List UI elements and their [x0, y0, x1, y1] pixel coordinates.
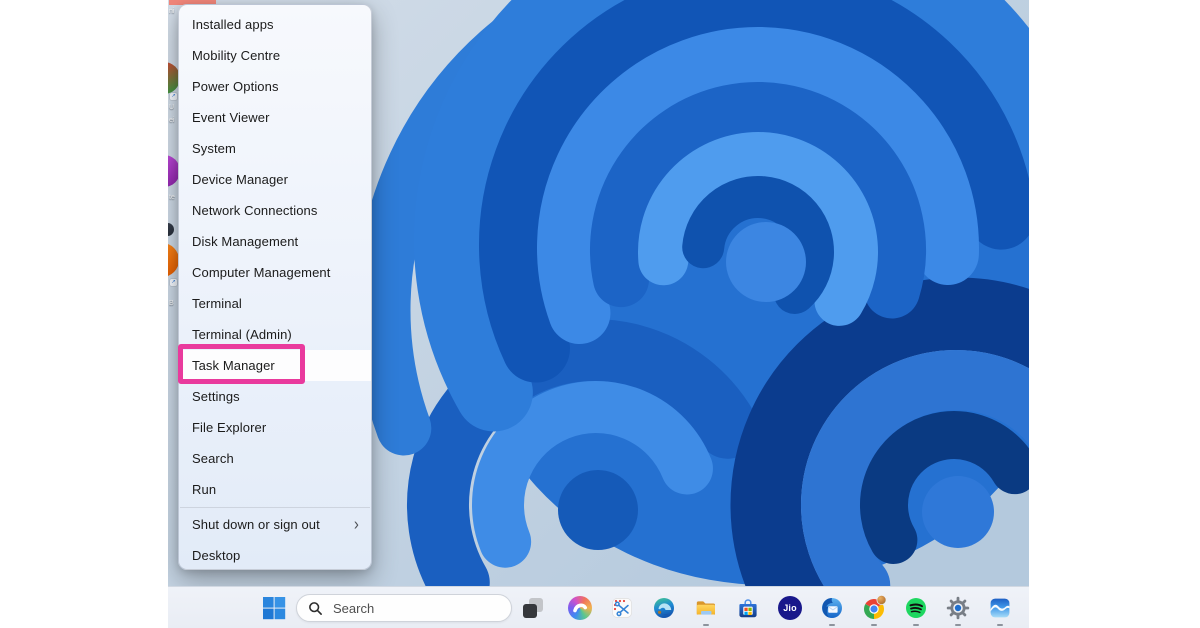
menu-item-label: Computer Management: [192, 265, 330, 280]
taskbar-icons: Jio: [512, 587, 1021, 628]
menu-item-label: Installed apps: [192, 17, 274, 32]
menu-item-label: Device Manager: [192, 172, 288, 187]
menu-item-run[interactable]: Run: [179, 474, 371, 505]
taskbar-icon-spotify[interactable]: [895, 587, 937, 628]
taskbar-icon-chrome[interactable]: [853, 587, 895, 628]
taskbar: Jio: [168, 586, 1029, 628]
thunderbird-icon: [820, 596, 844, 620]
menu-item-label: Terminal: [192, 296, 242, 311]
start-button[interactable]: [262, 596, 286, 620]
running-indicator: [829, 624, 835, 627]
jio-icon: Jio: [778, 596, 802, 620]
taskbar-icon-file-explorer[interactable]: [685, 587, 727, 628]
menu-item-task-manager[interactable]: Task Manager: [179, 350, 371, 381]
taskbar-icon-task-view[interactable]: [512, 587, 554, 628]
cropped-desktop-icon-label: ni: [169, 8, 174, 15]
menu-item-label: Desktop: [192, 548, 240, 563]
menu-item-label: Mobility Centre: [192, 48, 280, 63]
menu-item-label: File Explorer: [192, 420, 266, 435]
winx-menu: Installed apps Mobility Centre Power Optio…: [178, 4, 372, 570]
search-input[interactable]: [331, 600, 495, 617]
running-indicator: [913, 624, 919, 627]
running-indicator: [955, 624, 961, 627]
chevron-right-icon: ›: [354, 516, 359, 533]
menu-item-shut-down-or-sign-out[interactable]: Shut down or sign out ›: [179, 509, 371, 540]
menu-item-event-viewer[interactable]: Event Viewer: [179, 102, 371, 133]
menu-item-system[interactable]: System: [179, 133, 371, 164]
cropped-desktop-icon-label: te: [169, 194, 175, 201]
copilot-icon: [568, 596, 592, 620]
cropped-desktop-icon: [168, 223, 174, 236]
menu-item-label: Event Viewer: [192, 110, 270, 125]
cropped-desktop-icon-label: B: [169, 300, 174, 307]
windows-logo-icon: [262, 596, 286, 620]
menu-item-installed-apps[interactable]: Installed apps: [179, 9, 371, 40]
cropped-desktop-icon-label: U: [169, 104, 174, 111]
taskbar-icon-jio[interactable]: Jio: [769, 587, 811, 628]
running-indicator: [871, 624, 877, 627]
menu-item-search[interactable]: Search: [179, 443, 371, 474]
menu-item-label: Terminal (Admin): [192, 327, 292, 342]
menu-item-disk-management[interactable]: Disk Management: [179, 226, 371, 257]
menu-item-settings[interactable]: Settings: [179, 381, 371, 412]
menu-item-label: Search: [192, 451, 234, 466]
cropped-desktop-icon-label: ei: [169, 117, 174, 124]
taskbar-icon-edge[interactable]: [643, 587, 685, 628]
shortcut-arrow-badge: ↗: [170, 279, 177, 286]
search-icon: [308, 601, 323, 616]
menu-item-power-options[interactable]: Power Options: [179, 71, 371, 102]
menu-item-label: System: [192, 141, 236, 156]
menu-item-label: Shut down or sign out: [192, 517, 320, 532]
shortcut-arrow-badge: ↗: [170, 93, 177, 100]
desktop-screenshot: ni ↗ Uei te ↗ B Installed apps Mobility Centre…: [168, 0, 1029, 628]
taskbar-icon-snipping-tool[interactable]: [601, 587, 643, 628]
running-indicator: [997, 624, 1003, 627]
taskbar-icon-microsoft-store[interactable]: [727, 587, 769, 628]
menu-item-terminal-admin[interactable]: Terminal (Admin): [179, 319, 371, 350]
menu-item-mobility-centre[interactable]: Mobility Centre: [179, 40, 371, 71]
taskbar-search[interactable]: [296, 594, 512, 622]
file-explorer-icon: [694, 596, 718, 620]
profile-avatar: [877, 595, 886, 604]
taskbar-icon-thunderbird[interactable]: [811, 587, 853, 628]
menu-item-computer-management[interactable]: Computer Management: [179, 257, 371, 288]
menu-item-terminal[interactable]: Terminal: [179, 288, 371, 319]
menu-item-desktop[interactable]: Desktop: [179, 540, 371, 571]
menu-item-label: Run: [192, 482, 216, 497]
menu-item-network-connections[interactable]: Network Connections: [179, 195, 371, 226]
taskbar-icon-task-manager[interactable]: [979, 587, 1021, 628]
menu-item-label: Task Manager: [192, 358, 275, 373]
task-manager-icon: [988, 596, 1012, 620]
menu-item-label: Settings: [192, 389, 240, 404]
menu-separator: [180, 507, 370, 508]
spotify-icon: [904, 596, 928, 620]
settings-gear-icon: [946, 596, 970, 620]
menu-item-label: Disk Management: [192, 234, 298, 249]
snipping-tool-icon: [610, 596, 634, 620]
menu-item-device-manager[interactable]: Device Manager: [179, 164, 371, 195]
menu-item-file-explorer[interactable]: File Explorer: [179, 412, 371, 443]
microsoft-store-icon: [736, 596, 760, 620]
edge-icon: [652, 596, 676, 620]
taskbar-icon-copilot[interactable]: [559, 587, 601, 628]
chrome-icon: [861, 595, 887, 621]
menu-item-label: Network Connections: [192, 203, 317, 218]
running-indicator: [703, 624, 709, 627]
task-view-icon: [523, 598, 543, 618]
taskbar-icon-settings[interactable]: [937, 587, 979, 628]
menu-item-label: Power Options: [192, 79, 279, 94]
